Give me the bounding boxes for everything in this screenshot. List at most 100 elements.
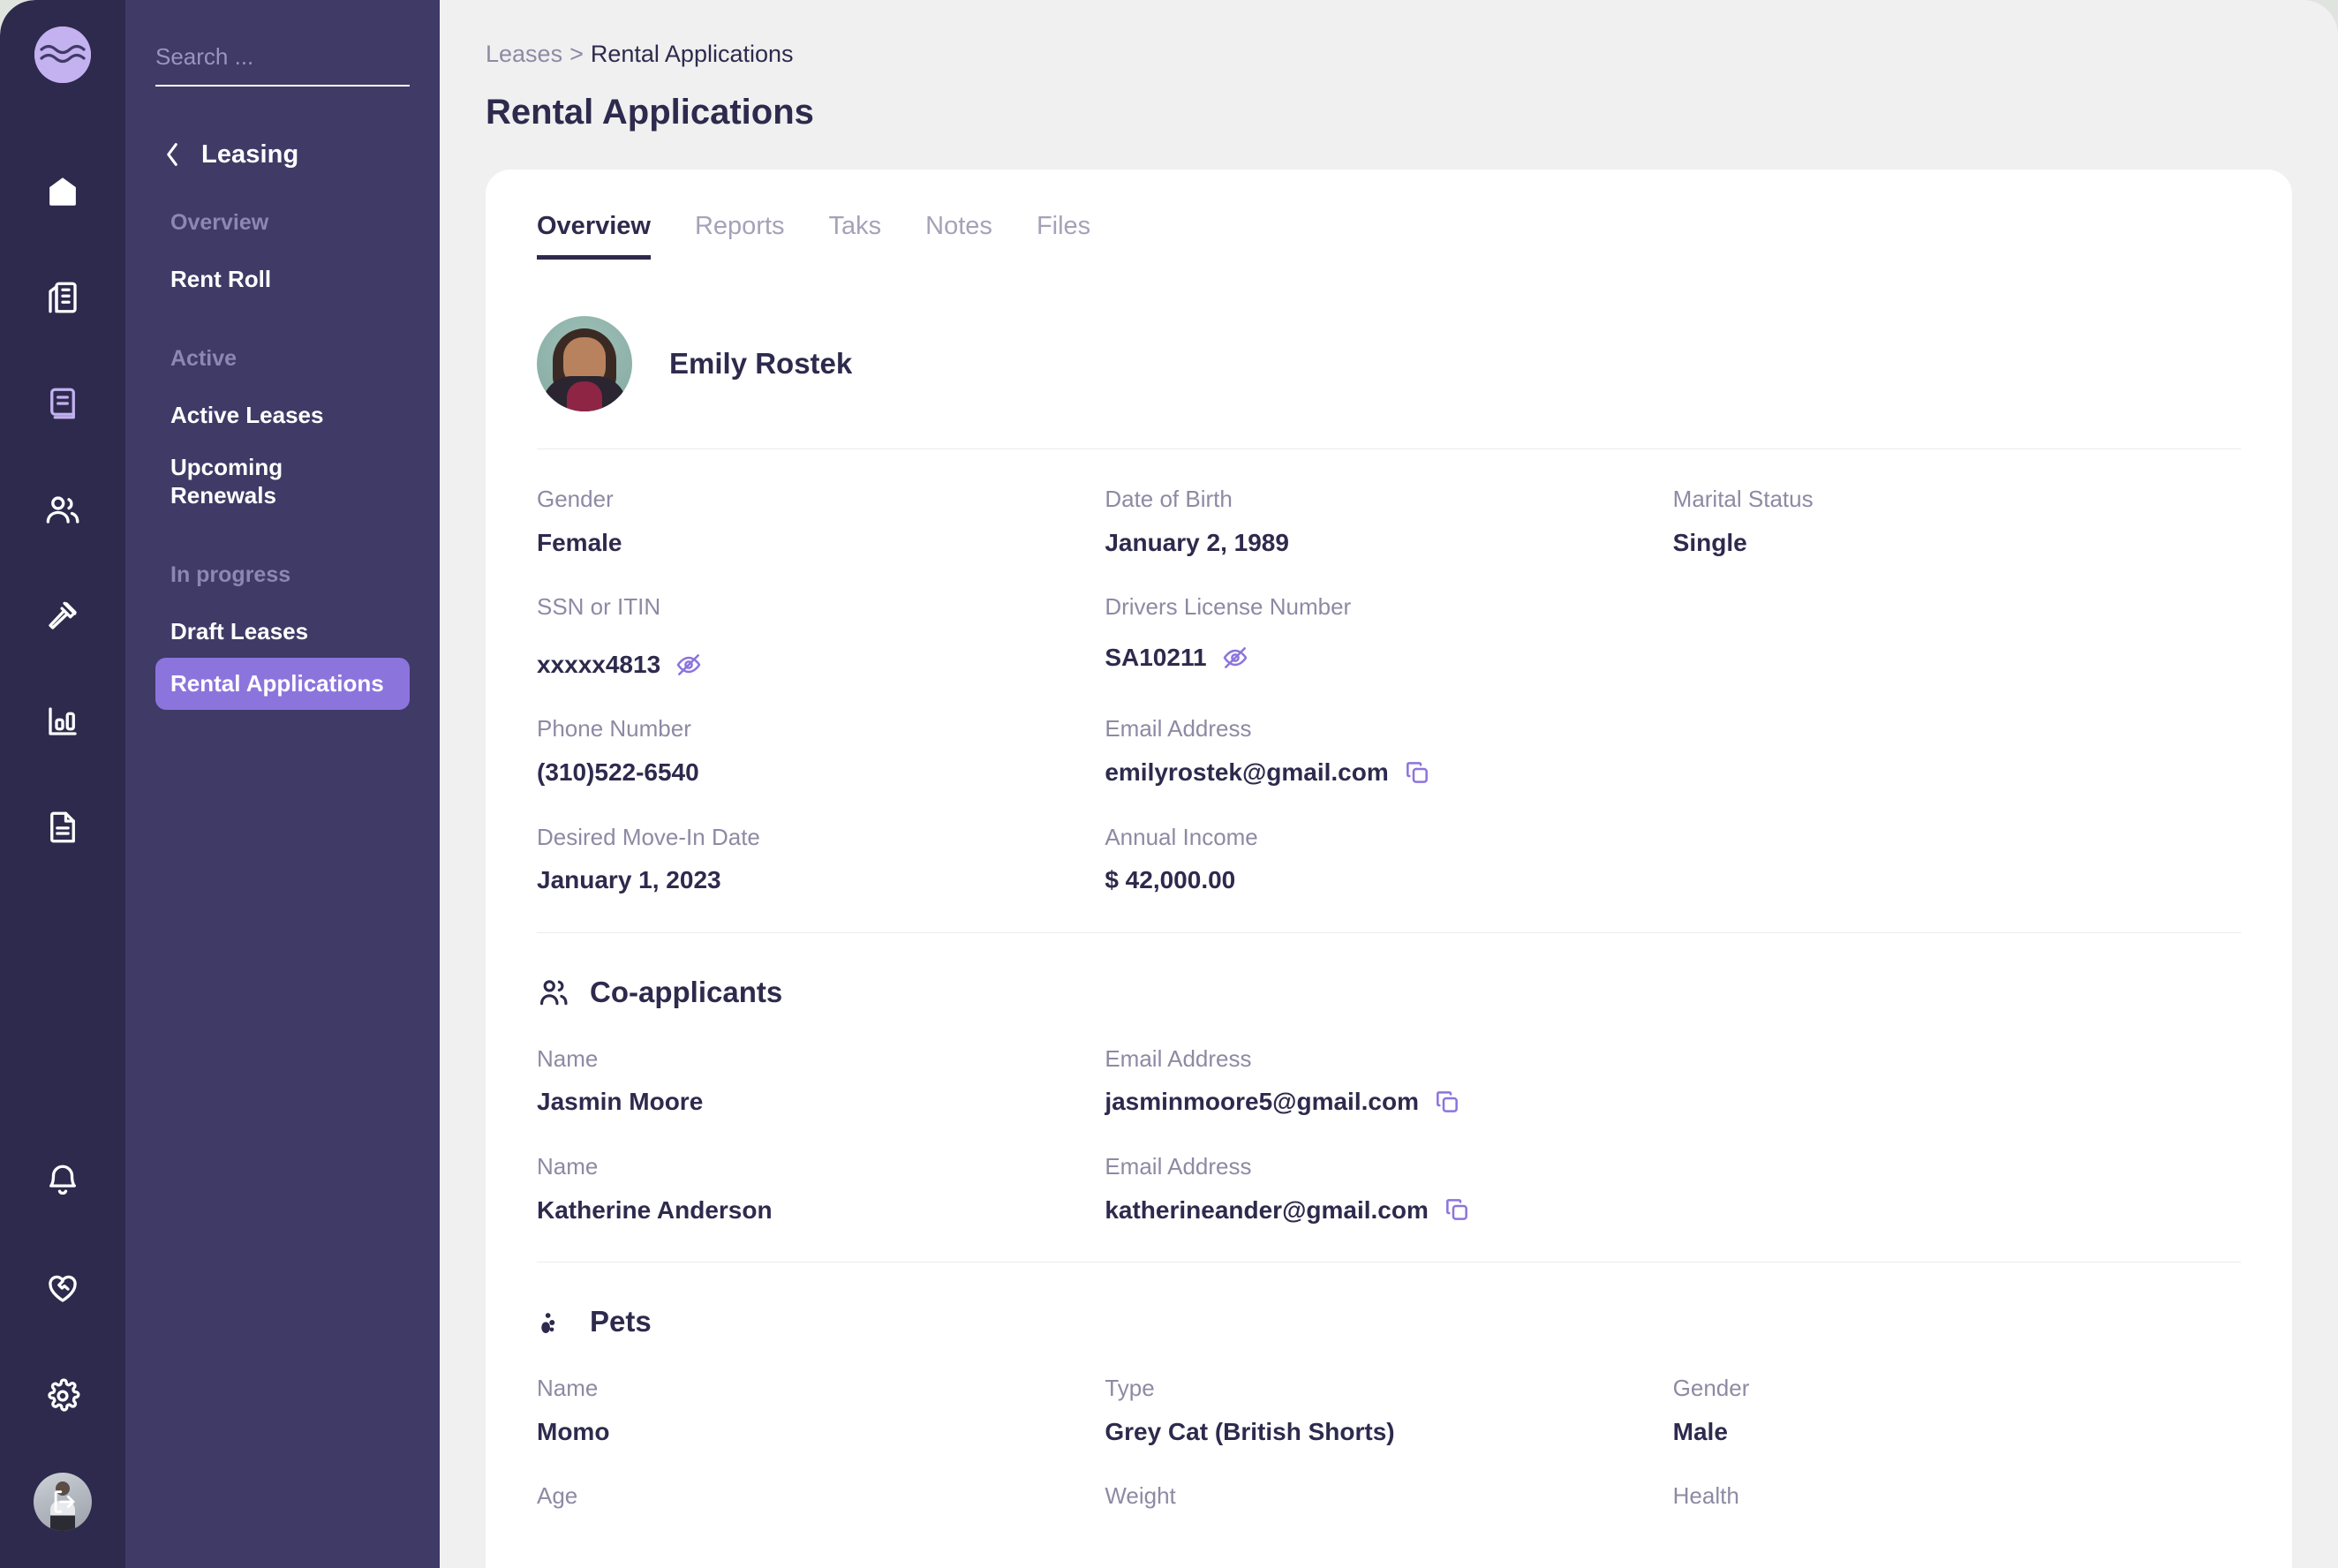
sidebar: Leasing Overview Rent Roll Active Active…: [125, 0, 480, 1568]
field-label-phone: Phone Number: [537, 715, 691, 743]
field-email: Email Address emilyrostek@gmail.com: [1105, 679, 1672, 787]
field-spacer-1: [1673, 557, 2241, 679]
bell-icon[interactable]: [32, 1150, 94, 1211]
search-bar[interactable]: [155, 41, 480, 87]
scroll-lease-icon[interactable]: [32, 373, 94, 434]
sidebar-item-rental-applications[interactable]: Rental Applications: [155, 657, 410, 711]
field-label-marital-status: Marital Status: [1672, 486, 1814, 512]
sidebar-item-rent-roll[interactable]: Rent Roll: [155, 253, 410, 305]
main-content: Leases > Rental Applications Rental Applic…: [440, 0, 2338, 1568]
pet-type-field: Type Grey Cat (British Shorts): [1105, 1338, 1672, 1446]
field-value-email: emilyrostek@gmail.com: [1105, 758, 1389, 786]
field-value-annual-income: $ 42,000.00: [1105, 866, 1236, 894]
tab-files[interactable]: Files: [1037, 212, 1090, 260]
field-value-move-in-date: January 1, 2023: [537, 866, 721, 894]
field-label-move-in-date: Desired Move-In Date: [537, 823, 760, 850]
coapplicant-name-value: Jasmin Moore: [537, 1088, 704, 1116]
document-icon[interactable]: [32, 796, 94, 858]
coapplicant-email-label: Email Address: [1105, 1152, 1252, 1180]
pet-weight-field: Weight: [1105, 1446, 1672, 1525]
field-value-drivers-license-row: SA10211: [1105, 643, 1672, 673]
field-move-in-date: Desired Move-In Date January 1, 2023: [537, 788, 1105, 895]
pet-age-field: Age: [537, 1446, 1105, 1525]
field-value-phone: (310)522-6540: [537, 758, 699, 786]
building-icon[interactable]: [32, 267, 94, 328]
coapplicant-name-field: Name Katherine Anderson: [537, 1117, 1105, 1225]
pet-weight-label: Weight: [1105, 1482, 1176, 1510]
field-spacer-2: [1673, 679, 2241, 787]
field-label-annual-income: Annual Income: [1105, 823, 1258, 850]
pet-gender-label: Gender: [1672, 1375, 1750, 1402]
copy-icon[interactable]: [1443, 1195, 1471, 1224]
pet-gender-field: Gender Male: [1673, 1338, 2241, 1446]
field-value-gender: Female: [537, 528, 622, 556]
nav-group-overview: Overview Rent Roll: [155, 210, 410, 305]
home-icon[interactable]: [32, 161, 94, 222]
coapplicant-name-label: Name: [537, 1044, 599, 1072]
nav-group-active: Active Active Leases Upcoming Renewals: [155, 346, 410, 522]
gear-icon[interactable]: [32, 1365, 94, 1427]
tab-overview[interactable]: Overview: [537, 212, 651, 260]
sidebar-item-active-leases[interactable]: Active Leases: [155, 389, 410, 441]
coapplicants-title: Co-applicants: [590, 975, 783, 1008]
sidebar-item-draft-leases[interactable]: Draft Leases: [155, 606, 410, 658]
field-label-email: Email Address: [1105, 715, 1252, 743]
field-drivers-license: Drivers License Number SA10211: [1105, 557, 1672, 679]
pet-type-label: Type: [1105, 1375, 1155, 1402]
pet-type-value: Grey Cat (British Shorts): [1105, 1417, 1395, 1445]
coapplicant-email-field: Email Address katherineander@gmail.com: [1105, 1117, 1672, 1225]
wave-logo-icon[interactable]: [34, 26, 91, 83]
app-window: Leasing Overview Rent Roll Active Active…: [0, 0, 2338, 1568]
field-label-ssn: SSN or ITIN: [537, 593, 661, 621]
sidebar-item-upcoming-renewals[interactable]: Upcoming Renewals: [155, 441, 410, 521]
coapplicant-email-value: jasminmoore5@gmail.com: [1105, 1088, 1419, 1116]
hammer-icon[interactable]: [32, 584, 94, 646]
eye-off-icon[interactable]: [675, 651, 703, 679]
user-avatar[interactable]: [34, 1473, 92, 1531]
pet-name-value: Momo: [537, 1417, 610, 1445]
search-input[interactable]: [155, 42, 451, 71]
back-to-leasing-button[interactable]: Leasing: [162, 139, 410, 170]
breadcrumb-current: Rental Applications: [590, 41, 794, 67]
people-icon[interactable]: [32, 479, 94, 540]
coapplicants-grid: Name Jasmin Moore Email Address jasminmo…: [537, 1009, 2241, 1225]
coapplicant-email-value: katherineander@gmail.com: [1105, 1195, 1429, 1224]
field-gender: Gender Female: [537, 449, 1105, 557]
divider-pets: [537, 1262, 2241, 1263]
users-icon: [539, 979, 568, 1005]
tab-notes[interactable]: Notes: [925, 212, 992, 260]
pet-health-field: Health: [1673, 1446, 2241, 1525]
field-annual-income: Annual Income $ 42,000.00: [1105, 788, 1672, 895]
tab-taks[interactable]: Taks: [829, 212, 882, 260]
divider-coapplicants: [537, 931, 2241, 933]
pets-header: Pets: [537, 1305, 2241, 1338]
bar-chart-icon[interactable]: [32, 690, 94, 752]
coapplicant-spacer-1: [1673, 1009, 2241, 1117]
copy-icon[interactable]: [1433, 1088, 1461, 1116]
paw-icon: [541, 1313, 555, 1334]
coapplicant-name-field: Name Jasmin Moore: [537, 1009, 1105, 1117]
page-title: Rental Applications: [486, 93, 814, 132]
coapplicant-email-value-row: jasminmoore5@gmail.com: [1105, 1087, 1672, 1117]
tab-reports[interactable]: Reports: [695, 212, 785, 260]
nav-group-title-in-progress: In progress: [170, 562, 291, 587]
rail-bottom-group: [32, 1150, 94, 1536]
copy-icon[interactable]: [1403, 758, 1431, 787]
breadcrumb-parent[interactable]: Leases: [486, 41, 562, 67]
tab-bar: Overview Reports Taks Notes Files: [537, 170, 2241, 260]
pets-grid: Name Momo Type Grey Cat (British Shorts)…: [537, 1338, 2241, 1525]
pets-title: Pets: [590, 1305, 652, 1338]
pet-name-field: Name Momo: [537, 1338, 1105, 1446]
field-value-dob: January 2, 1989: [1105, 528, 1289, 556]
field-label-drivers-license: Drivers License Number: [1105, 593, 1352, 621]
pet-gender-value: Male: [1672, 1417, 1728, 1445]
logout-icon[interactable]: [49, 1487, 79, 1517]
pet-health-label: Health: [1672, 1482, 1739, 1510]
breadcrumb-separator: >: [569, 41, 584, 67]
heart-handshake-icon[interactable]: [32, 1257, 94, 1319]
field-label-gender: Gender: [537, 486, 614, 512]
icon-rail: [0, 0, 125, 1568]
coapplicants-header: Co-applicants: [537, 976, 2241, 1009]
field-dob: Date of Birth January 2, 1989: [1105, 449, 1672, 557]
eye-off-icon[interactable]: [1221, 644, 1249, 672]
